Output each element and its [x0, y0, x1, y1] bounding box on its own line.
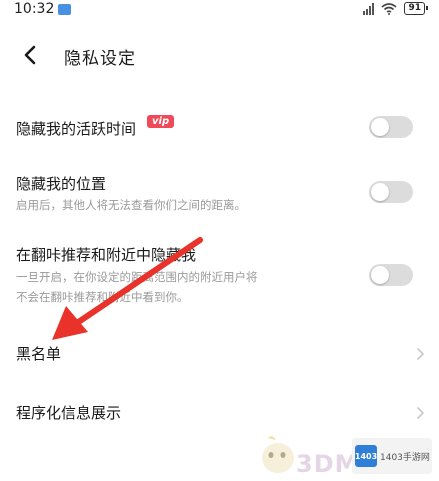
hide-active-time-toggle[interactable]: [369, 116, 413, 138]
setting-hide-active-time: 隐藏我的活跃时间 vip: [0, 115, 439, 140]
battery-icon: 91: [404, 2, 428, 15]
status-bar: 10:32 91: [0, 0, 439, 22]
watermark-mascot-icon: [262, 436, 294, 473]
programmatic-info-row[interactable]: 程序化信息展示: [0, 399, 439, 427]
setting-label: 隐藏我的活跃时间: [16, 120, 137, 138]
status-indicators: 91: [363, 2, 428, 15]
site-logo: 1403 1403手游网: [352, 438, 432, 474]
link-label: 黑名单: [16, 345, 62, 363]
status-time: 10:32: [14, 1, 55, 17]
site-logo-caption: 1403手游网: [380, 452, 430, 463]
vip-badge: vip: [147, 115, 175, 128]
hide-location-toggle[interactable]: [369, 181, 413, 203]
link-label: 程序化信息展示: [16, 404, 122, 422]
toggle-knob: [371, 183, 389, 201]
setting-description: 启用后，其他人将无法查看你们之间的距离。: [16, 198, 246, 212]
toggle-knob: [371, 118, 389, 136]
blacklist-row[interactable]: 黑名单: [0, 340, 439, 368]
hide-in-nearby-toggle[interactable]: [369, 264, 413, 286]
chevron-right-icon: [417, 348, 424, 360]
site-logo-mark: 1403: [355, 445, 377, 467]
chevron-right-icon: [417, 407, 424, 419]
setting-hide-in-nearby: 在翻咔推荐和附近中隐藏我 一旦开启，在你设定的距离范围内的附近用户将 不会在翻咔…: [0, 242, 439, 312]
setting-description-line-1: 一旦开启，在你设定的距离范围内的附近用户将: [16, 270, 258, 284]
setting-description-line-2: 不会在翻咔推荐和附近中看到你。: [16, 290, 189, 304]
header: 隐私设定: [0, 30, 439, 80]
wifi-icon: [381, 2, 397, 15]
watermark-3dm: 3DM: [296, 450, 360, 478]
toggle-knob: [371, 266, 389, 284]
signal-icon: [363, 2, 375, 15]
setting-hide-location: 隐藏我的位置 启用后，其他人将无法查看你们之间的距离。: [0, 171, 439, 221]
setting-label: 在翻咔推荐和附近中隐藏我: [16, 246, 197, 264]
page-title: 隐私设定: [64, 49, 136, 69]
setting-label: 隐藏我的位置: [16, 175, 107, 193]
back-button[interactable]: [16, 40, 46, 70]
app-notification-icon: [58, 4, 71, 15]
